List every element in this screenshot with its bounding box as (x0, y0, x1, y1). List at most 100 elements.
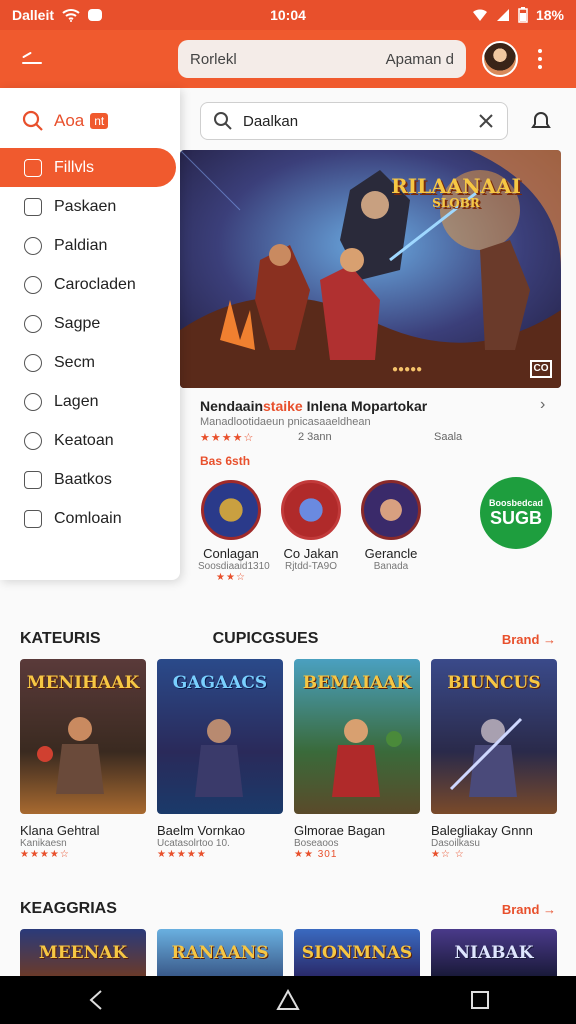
game-developer: Soosdiaaid1310 (198, 561, 270, 572)
game-card[interactable]: MENIHAAK Klana Gehtral Kanikaesn ★★★★☆ (20, 659, 146, 860)
calendar-icon (24, 197, 42, 216)
drawer-item-paldian[interactable]: Paldian (0, 226, 180, 265)
card-artwork: BEMAIAAK (294, 659, 420, 814)
home-nav-icon[interactable] (268, 980, 308, 1020)
mini-game-item[interactable]: Co Jakan Rjtdd-TA9O (278, 480, 344, 583)
wifi-signal-icon (472, 9, 487, 21)
card-subtitle: Dasoilkasu (431, 838, 480, 849)
avatar[interactable] (482, 41, 518, 77)
top-search-bar[interactable]: Rorlekl Apaman d (178, 40, 466, 78)
battery-percent: 18% (535, 7, 564, 23)
game-name: Gerancle (364, 546, 418, 561)
system-nav-bar (0, 976, 576, 1024)
card-artwork: MEENAK (20, 929, 146, 976)
cell-signal-icon (496, 9, 509, 21)
section-title-featured: KEAGGRIAS (20, 900, 117, 917)
promo-badge[interactable]: Boosbedcad SUGB (480, 477, 552, 549)
card-artwork: SIONMNAS (294, 929, 420, 976)
drawer-item-label: Baatkos (54, 470, 112, 488)
carousel-icon (24, 275, 42, 294)
drawer-header: Aoa nt (0, 88, 180, 148)
drawer-item-label: Paldian (54, 236, 108, 254)
drawer-item-secm[interactable]: Secm (0, 343, 180, 382)
notification-icon (88, 9, 103, 21)
see-more-link[interactable]: Brand → (502, 632, 556, 647)
card-art-title: SIONMNAS (301, 943, 413, 963)
banner-chip: ●●●●● (392, 364, 423, 375)
see-more-link[interactable]: Brand → (502, 902, 556, 917)
more-options-icon[interactable] (538, 49, 542, 69)
banner-title: RILAANAAI SLOBR (391, 174, 521, 210)
drawer-tag: nt (90, 113, 109, 129)
game-card[interactable]: MEENAK (20, 929, 146, 976)
drawer-item-label: Lagen (54, 392, 99, 410)
featured-rating: ★★★★☆ (200, 432, 255, 444)
game-card[interactable]: RANAANS (157, 929, 283, 976)
wifi-icon (62, 9, 80, 22)
card-artwork: RANAANS (157, 929, 283, 976)
section-title-categories: KATEURIS (20, 630, 101, 647)
mini-game-item[interactable]: Conlagan Soosdiaaid1310 ★★☆ (198, 480, 270, 583)
recents-icon[interactable] (460, 980, 500, 1020)
game-card[interactable]: BIUNCUS Balegliakay Gnnn Dasoilkasu ★☆ ☆ (431, 659, 557, 860)
top-search-left: Rorlekl (190, 50, 237, 68)
status-left: Dalleit (12, 7, 103, 23)
card-rating: ★★★★★ (157, 849, 207, 860)
search-input[interactable]: Daalkan (200, 102, 508, 140)
chevron-right-icon[interactable]: › (540, 396, 545, 414)
status-time: 10:04 (270, 7, 306, 23)
status-bar: Dalleit 10:04 18% (0, 0, 576, 30)
window-icon (24, 470, 42, 489)
drawer-item-sagpe[interactable]: Sagpe (0, 304, 180, 343)
game-card[interactable]: GAGAACS Baelm Vornkao Ucatasolrtoo 10. ★… (157, 659, 283, 860)
card-art-title: MEENAK (38, 943, 128, 963)
section-title-second: CUPICGSUES (212, 630, 319, 647)
navigation-drawer: Aoa nt Fillvls Paskaen Paldian Carocladen… (0, 88, 180, 580)
mini-game-item[interactable]: Gerancle Banada (358, 480, 424, 583)
featured-meta: Saala (434, 431, 463, 443)
mini-games-row: Conlagan Soosdiaaid1310 ★★☆ Co Jakan Rjt… (198, 480, 424, 583)
app-bar: Rorlekl Apaman d (0, 30, 576, 88)
drawer-item-fillvls[interactable]: Fillvls (0, 148, 176, 187)
section-label-best: Bas 6sth (200, 454, 251, 468)
featured-banner[interactable]: RILAANAAI SLOBR ●●●●● CO (180, 150, 561, 388)
drawer-item-keatoan[interactable]: Keatoan (0, 421, 180, 460)
drawer-item-paskaen[interactable]: Paskaen (0, 187, 180, 226)
drawer-item-label: Paskaen (54, 197, 117, 215)
game-card[interactable]: NIABAK (431, 929, 557, 976)
card-subtitle: Boseaoos (294, 838, 339, 849)
game-icon (201, 480, 261, 540)
card-title: Balegliakay Gnnn (431, 823, 533, 838)
drawer-title: Aoa (54, 111, 85, 130)
game-card[interactable]: BEMAIAAK Glmorae Bagan Boseaoos ★★ 301 (294, 659, 420, 860)
section-header-featured: KEAGGRIAS Brand → (20, 900, 556, 918)
game-card[interactable]: SIONMNAS (294, 929, 420, 976)
featured-title[interactable]: Nendaainstaike Inlena Mopartokar (200, 398, 427, 414)
drawer-item-baatkos[interactable]: Baatkos (0, 460, 180, 499)
game-developer: Banada (373, 561, 409, 572)
stack-icon (24, 431, 42, 450)
back-icon[interactable] (76, 980, 116, 1020)
card-rating: ★☆ ☆ (431, 849, 465, 860)
drawer-item-lagen[interactable]: Lagen (0, 382, 180, 421)
card-rating: ★★ 301 (294, 849, 338, 860)
card-art-title: RANAANS (171, 943, 269, 963)
home-icon (24, 158, 42, 177)
game-icon (361, 480, 421, 540)
featured-count: 2 3ann (298, 431, 332, 443)
menu-icon[interactable] (12, 39, 52, 79)
drawer-item-label: Keatoan (54, 431, 114, 449)
card-art-title: NIABAK (454, 943, 534, 963)
featured-title-a: Nendaain (200, 398, 264, 414)
bell-icon[interactable] (528, 108, 554, 134)
drawer-item-comloain[interactable]: Comloain (0, 499, 180, 538)
clear-icon[interactable] (477, 112, 495, 130)
drawer-item-label: Carocladen (54, 275, 136, 293)
search-icon[interactable] (22, 110, 44, 132)
game-developer: Rjtdd-TA9O (284, 561, 338, 572)
banner-badge: CO (530, 360, 552, 378)
card-artwork: MENIHAAK (20, 659, 146, 814)
card-title: Baelm Vornkao (157, 823, 246, 838)
featured-title-b: staike (263, 398, 303, 414)
drawer-item-carocladen[interactable]: Carocladen (0, 265, 180, 304)
